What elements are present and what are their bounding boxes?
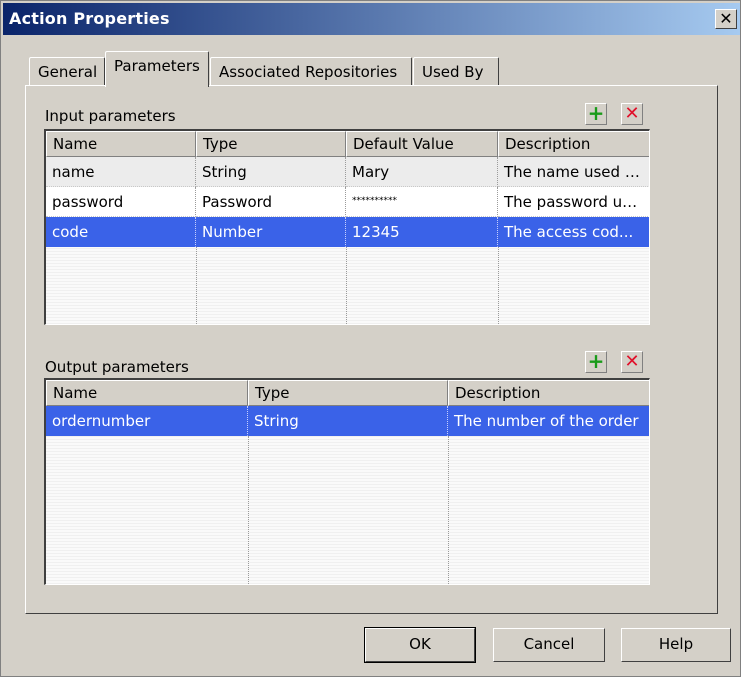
ok-button[interactable]: OK bbox=[364, 627, 476, 663]
add-output-parameter-button[interactable]: + bbox=[585, 351, 607, 373]
table-row[interactable]: name String Mary The name used t... bbox=[46, 157, 649, 187]
column-divider bbox=[196, 247, 197, 324]
tab-general[interactable]: General bbox=[29, 57, 105, 87]
column-header-type[interactable]: Type bbox=[248, 380, 448, 406]
table-empty-area bbox=[46, 247, 649, 324]
cell-type: Number bbox=[196, 217, 346, 247]
table-row-selected[interactable]: ordernumber String The number of the ord… bbox=[46, 406, 649, 436]
cell-type: String bbox=[248, 406, 448, 436]
cell-type: Password bbox=[196, 187, 346, 217]
cell-name: password bbox=[46, 187, 196, 217]
delete-input-parameter-button[interactable]: ✕ bbox=[621, 103, 643, 125]
column-header-description[interactable]: Description bbox=[448, 380, 649, 406]
column-header-description[interactable]: Description bbox=[498, 131, 649, 157]
help-button[interactable]: Help bbox=[621, 628, 731, 662]
delete-icon: ✕ bbox=[624, 351, 640, 372]
cell-name: ordernumber bbox=[46, 406, 248, 436]
tab-label: Used By bbox=[422, 63, 484, 81]
table-header: Name Type Default Value Description bbox=[46, 131, 649, 157]
tab-associated-repositories[interactable]: Associated Repositories bbox=[210, 57, 412, 87]
column-divider bbox=[346, 247, 347, 324]
cell-description: The access cod... bbox=[498, 217, 649, 247]
column-divider bbox=[498, 247, 499, 324]
close-icon: ✕ bbox=[719, 9, 733, 28]
title-bar[interactable]: Action Properties ✕ bbox=[3, 3, 740, 35]
tab-label: Parameters bbox=[114, 57, 200, 75]
output-parameters-table[interactable]: Name Type Description ordernumber String… bbox=[44, 378, 650, 585]
table-row-selected[interactable]: code Number 12345 The access cod... bbox=[46, 217, 649, 247]
plus-icon: + bbox=[587, 349, 605, 373]
cell-description: The password us... bbox=[498, 187, 649, 217]
add-input-parameter-button[interactable]: + bbox=[585, 103, 607, 125]
cell-default-value: 12345 bbox=[346, 217, 498, 247]
column-divider bbox=[448, 436, 449, 584]
column-header-name[interactable]: Name bbox=[46, 131, 196, 157]
output-parameters-label: Output parameters bbox=[45, 358, 189, 376]
close-button[interactable]: ✕ bbox=[715, 9, 737, 29]
tab-parameters[interactable]: Parameters bbox=[105, 51, 209, 87]
cell-type: String bbox=[196, 157, 346, 187]
window-title: Action Properties bbox=[9, 9, 170, 28]
input-parameters-table[interactable]: Name Type Default Value Description name… bbox=[44, 129, 650, 325]
column-divider bbox=[248, 436, 249, 584]
column-header-default-value[interactable]: Default Value bbox=[346, 131, 498, 157]
input-parameters-label: Input parameters bbox=[45, 107, 176, 125]
cell-default-value: ********** bbox=[346, 187, 498, 217]
cell-name: code bbox=[46, 217, 196, 247]
cell-description: The number of the order bbox=[448, 406, 649, 436]
table-header: Name Type Description bbox=[46, 380, 649, 406]
table-empty-area bbox=[46, 436, 649, 584]
column-header-name[interactable]: Name bbox=[46, 380, 248, 406]
action-properties-dialog: Action Properties ✕ General Parameters A… bbox=[0, 0, 741, 677]
tab-label: General bbox=[38, 63, 98, 81]
delete-icon: ✕ bbox=[624, 103, 640, 124]
cell-description: The name used t... bbox=[498, 157, 649, 187]
tab-used-by[interactable]: Used By bbox=[413, 57, 499, 87]
delete-output-parameter-button[interactable]: ✕ bbox=[621, 351, 643, 373]
cell-default-value: Mary bbox=[346, 157, 498, 187]
cancel-button[interactable]: Cancel bbox=[493, 628, 605, 662]
cell-name: name bbox=[46, 157, 196, 187]
table-row[interactable]: password Password ********** The passwor… bbox=[46, 187, 649, 217]
column-header-type[interactable]: Type bbox=[196, 131, 346, 157]
plus-icon: + bbox=[587, 101, 605, 125]
tab-label: Associated Repositories bbox=[219, 63, 398, 81]
